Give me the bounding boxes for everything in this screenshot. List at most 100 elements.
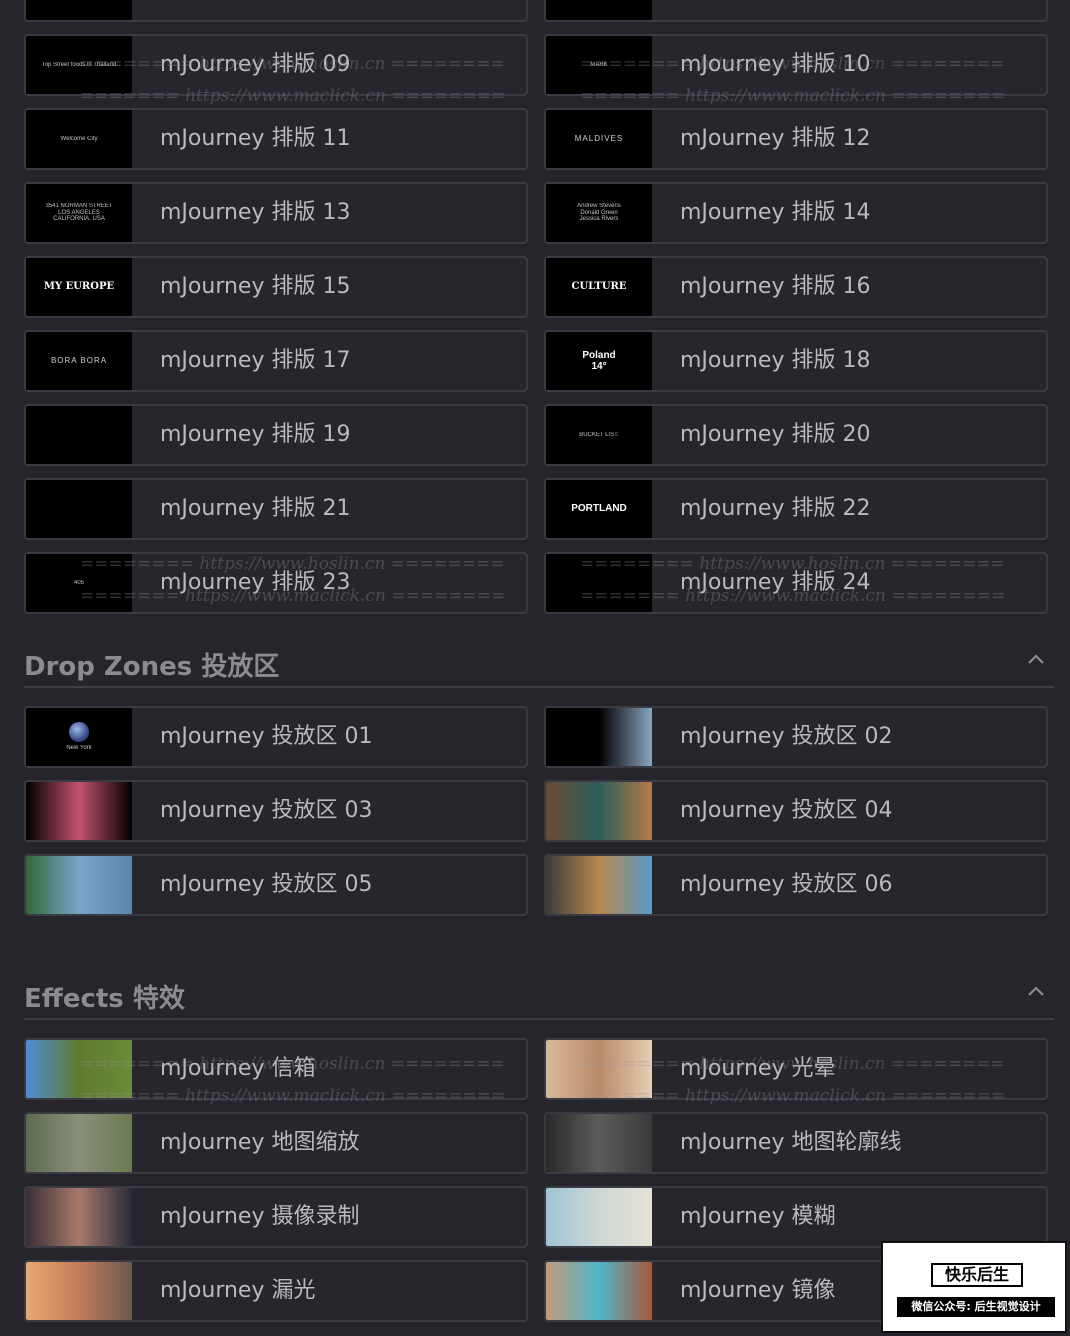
layout-item[interactable]: BORA BORA mJourney 排版 17 (24, 330, 528, 392)
chevron-up-icon[interactable] (1026, 650, 1046, 670)
layout-thumbnail: Top Street foods in Thailand (26, 36, 132, 94)
effects-section-header[interactable]: Effects 特效 (24, 978, 1054, 1020)
layout-label: mJourney 排版 21 (160, 496, 351, 521)
effect-thumbnail (26, 1188, 132, 1246)
layout-item[interactable]: mJourney 排版 19 (24, 404, 528, 466)
layout-item[interactable]: MARK mJourney 排版 10 (544, 34, 1048, 96)
layout-item[interactable]: Top Street foods in Thailand mJourney 排版 … (24, 34, 528, 96)
thumbnail-text: 3541 NORMAN STREET LOS ANGELES CALIFORNI… (45, 202, 113, 223)
thumbnail-image (546, 1114, 652, 1172)
effect-thumbnail (26, 1262, 132, 1320)
effect-item[interactable]: mJourney 漏光 (24, 1260, 528, 1322)
thumbnail-text: Andrew Stevens Donald Green Jessica Rive… (577, 202, 621, 223)
thumbnail-image (546, 1040, 652, 1098)
layout-thumbnail: Welcome City (26, 110, 132, 168)
template-library-page: Top Street foods in Thailand mJourney 排版 … (0, 0, 1070, 1336)
effect-item[interactable]: mJourney 摄像录制 (24, 1186, 528, 1248)
thumbnail-text: PORTLAND (571, 503, 627, 515)
thumbnail-image (546, 856, 652, 914)
drop-zone-label: mJourney 投放区 02 (680, 724, 893, 749)
effect-label: mJourney 地图缩放 (160, 1130, 360, 1155)
badge-subtitle: 微信公众号: 后生视觉设计 (897, 1297, 1055, 1317)
effect-item[interactable]: mJourney 地图轮廓线 (544, 1112, 1048, 1174)
layout-thumbnail: Andrew Stevens Donald Green Jessica Rive… (546, 184, 652, 242)
layout-item[interactable]: Welcome City mJourney 排版 11 (24, 108, 528, 170)
drop-zone-thumbnail (26, 782, 132, 840)
effect-item[interactable]: mJourney 模糊 (544, 1186, 1048, 1248)
effect-thumbnail (546, 1114, 652, 1172)
thumbnail-text: 405 (73, 579, 84, 586)
layout-item[interactable]: PORTLAND mJourney 排版 22 (544, 478, 1048, 540)
globe-image (68, 722, 89, 743)
layout-thumbnail (26, 480, 132, 538)
drop-zone-item[interactable]: mJourney 投放区 02 (544, 706, 1048, 768)
layout-item[interactable]: Poland 14° mJourney 排版 18 (544, 330, 1048, 392)
effect-label: mJourney 摄像录制 (160, 1204, 360, 1229)
thumbnail-text: New York (66, 745, 92, 752)
layouts-top-partial-row (24, 0, 1048, 22)
drop-zones-grid: New York mJourney 投放区 01 mJourney 投放区 02 mJ… (24, 706, 1048, 916)
thumbnail-image (26, 1114, 132, 1172)
layout-thumbnail: MALDIVES (546, 110, 652, 168)
thumbnail-text: BUCKET LIST: (579, 431, 619, 438)
layout-label: mJourney 排版 09 (160, 52, 351, 77)
layout-label: mJourney 排版 22 (680, 496, 871, 521)
effect-item[interactable]: mJourney 地图缩放 (24, 1112, 528, 1174)
thumbnail-text: Top Street foods in Thailand (41, 61, 117, 68)
effect-item[interactable]: mJourney 光晕 (544, 1038, 1048, 1100)
layout-label: mJourney 排版 23 (160, 570, 351, 595)
drop-zone-thumbnail (546, 708, 652, 766)
badge-title: 快乐后生 (931, 1263, 1023, 1287)
thumbnail-text: MALDIVES (574, 134, 624, 144)
drop-zone-item[interactable]: mJourney 投放区 05 (24, 854, 528, 916)
thumbnail-image (26, 1040, 132, 1098)
drop-zone-item[interactable]: New York mJourney 投放区 01 (24, 706, 528, 768)
effect-label: mJourney 模糊 (680, 1204, 836, 1229)
thumbnail-text: BORA BORA (50, 356, 108, 366)
drop-zone-thumbnail (546, 782, 652, 840)
layout-item-partial[interactable] (24, 0, 528, 22)
drop-zone-item[interactable]: mJourney 投放区 04 (544, 780, 1048, 842)
effect-label: mJourney 漏光 (160, 1278, 316, 1303)
effect-thumbnail (546, 1188, 652, 1246)
drop-zone-thumbnail (26, 856, 132, 914)
drop-zones-section-header[interactable]: Drop Zones 投放区 (24, 646, 1054, 688)
layout-item[interactable]: CULTURE mJourney 排版 16 (544, 256, 1048, 318)
layout-item[interactable]: MALDIVES mJourney 排版 12 (544, 108, 1048, 170)
layout-thumbnail: 405 (26, 554, 132, 612)
thumbnail-image (546, 1188, 652, 1246)
layouts-grid: Top Street foods in Thailand mJourney 排版 … (24, 34, 1048, 614)
thumbnail-text: MARK (590, 61, 608, 68)
drop-zone-item[interactable]: mJourney 投放区 06 (544, 854, 1048, 916)
thumbnail-image (26, 856, 132, 914)
layout-item-partial[interactable] (544, 0, 1048, 22)
effect-label: mJourney 信箱 (160, 1056, 316, 1081)
layout-item[interactable]: mJourney 排版 24 (544, 552, 1048, 614)
effect-label: mJourney 地图轮廓线 (680, 1130, 902, 1155)
thumbnail-image (26, 782, 132, 840)
layout-thumbnail (26, 406, 132, 464)
thumbnail-text: MY EUROPE (43, 281, 115, 293)
layout-item[interactable]: 405 mJourney 排版 23 (24, 552, 528, 614)
layout-item[interactable]: mJourney 排版 21 (24, 478, 528, 540)
layout-label: mJourney 排版 11 (160, 126, 351, 151)
layout-item[interactable]: Andrew Stevens Donald Green Jessica Rive… (544, 182, 1048, 244)
drop-zone-label: mJourney 投放区 06 (680, 872, 893, 897)
layout-item[interactable]: BUCKET LIST: mJourney 排版 20 (544, 404, 1048, 466)
layout-label: mJourney 排版 12 (680, 126, 871, 151)
drop-zone-label: mJourney 投放区 01 (160, 724, 373, 749)
effect-thumbnail (546, 1262, 652, 1320)
layout-item[interactable]: 3541 NORMAN STREET LOS ANGELES CALIFORNI… (24, 182, 528, 244)
layout-thumbnail: Poland 14° (546, 332, 652, 390)
wechat-badge: 快乐后生 微信公众号: 后生视觉设计 (881, 1241, 1067, 1333)
layout-thumbnail: PORTLAND (546, 480, 652, 538)
thumbnail-text: Poland 14° (582, 349, 616, 373)
drop-zone-thumbnail: New York (26, 708, 132, 766)
thumbnail-image (546, 708, 652, 766)
layout-item[interactable]: MY EUROPE mJourney 排版 15 (24, 256, 528, 318)
effect-item[interactable]: mJourney 信箱 (24, 1038, 528, 1100)
layout-label: mJourney 排版 16 (680, 274, 871, 299)
drop-zone-item[interactable]: mJourney 投放区 03 (24, 780, 528, 842)
layout-label: mJourney 排版 17 (160, 348, 351, 373)
chevron-up-icon[interactable] (1026, 982, 1046, 1002)
